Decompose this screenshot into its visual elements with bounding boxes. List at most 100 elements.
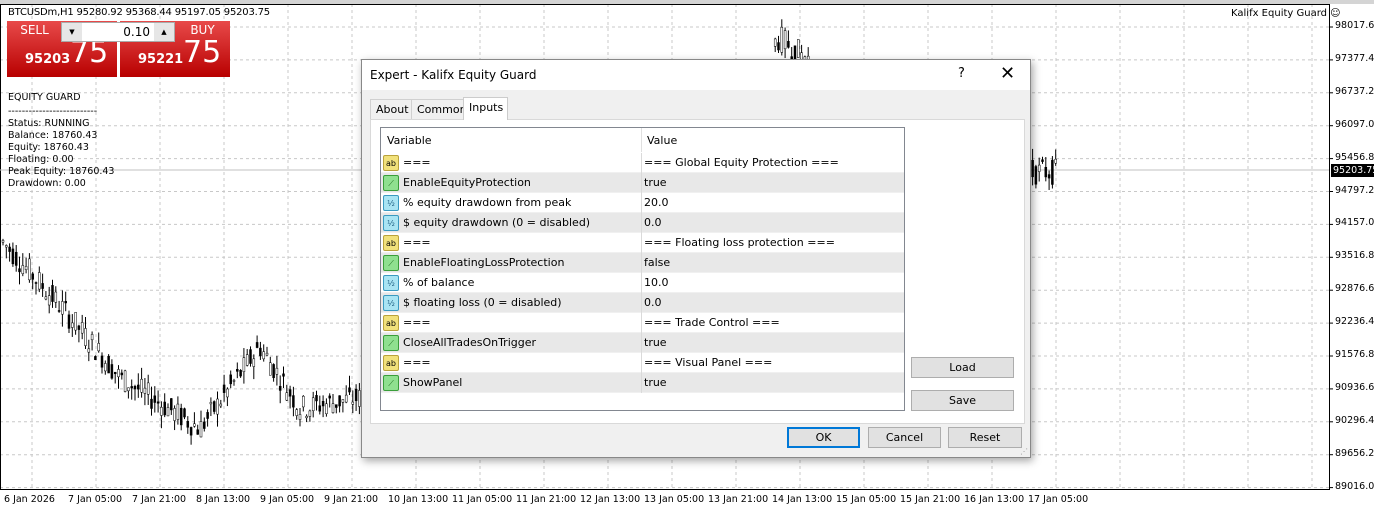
- input-value[interactable]: 10.0: [644, 276, 669, 289]
- candle-body: [298, 414, 302, 420]
- candle-body: [71, 322, 74, 328]
- input-value[interactable]: === Floating loss protection ===: [644, 236, 835, 249]
- time-axis-label: 7 Jan 05:00: [68, 494, 123, 505]
- help-button[interactable]: ?: [958, 66, 965, 81]
- candle-body: [8, 246, 11, 252]
- input-name: % of balance: [403, 276, 475, 289]
- input-row[interactable]: ab === === Visual Panel ===: [381, 353, 904, 373]
- time-axis-label: 16 Jan 13:00: [964, 494, 1025, 505]
- input-row[interactable]: ½ % of balance 10.0: [381, 273, 904, 293]
- input-value[interactable]: 0.0: [644, 296, 662, 309]
- price-axis-label: 92876.60: [1335, 283, 1374, 295]
- inputs-table[interactable]: Variable Value ab === === Global Equity Pr…: [380, 127, 905, 411]
- input-value[interactable]: 20.0: [644, 196, 669, 209]
- time-axis-label: 9 Jan 21:00: [324, 494, 379, 505]
- candle-body: [259, 347, 262, 357]
- candle-body: [196, 429, 199, 435]
- input-value[interactable]: true: [644, 336, 667, 349]
- price-axis-label: 97377.40: [1335, 52, 1374, 64]
- candle-body: [331, 403, 335, 413]
- input-name: % equity drawdown from peak: [403, 196, 572, 209]
- candle-body: [325, 403, 328, 415]
- candle-body: [222, 384, 226, 393]
- candle-body: [163, 401, 166, 416]
- candle-body: [321, 401, 325, 407]
- input-value[interactable]: true: [644, 376, 667, 389]
- candle-body: [156, 401, 160, 404]
- candle-body: [160, 407, 163, 416]
- column-header-value[interactable]: Value: [647, 134, 677, 147]
- candle-body: [285, 392, 289, 401]
- input-value[interactable]: === Trade Control ===: [644, 316, 780, 329]
- decrease-lot-icon[interactable]: ▼: [62, 23, 82, 41]
- input-value[interactable]: true: [644, 176, 667, 189]
- tab-inputs[interactable]: Inputs: [463, 97, 508, 120]
- candle-body: [275, 367, 279, 375]
- column-header-variable[interactable]: Variable: [387, 134, 432, 147]
- candle-body: [777, 42, 780, 51]
- increase-lot-icon[interactable]: ▲: [154, 23, 174, 41]
- candle-body: [110, 364, 114, 379]
- candle-body: [183, 408, 186, 418]
- input-row[interactable]: ⟋ EnableEquityProtection true: [381, 173, 904, 193]
- candle-body: [203, 421, 206, 429]
- string-type-icon: ab: [383, 355, 399, 371]
- input-name: ===: [403, 356, 431, 369]
- input-row[interactable]: ⟋ EnableFloatingLossProtection false: [381, 253, 904, 273]
- input-row[interactable]: ½ % equity drawdown from peak 20.0: [381, 193, 904, 213]
- candle-body: [295, 409, 298, 416]
- panel-title: EQUITY GUARD: [8, 92, 81, 103]
- input-row[interactable]: ½ $ equity drawdown (0 = disabled) 0.0: [381, 213, 904, 233]
- lot-size-stepper[interactable]: ▼ 0.10 ▲: [61, 22, 175, 42]
- candle-body: [117, 369, 120, 378]
- close-icon[interactable]: ✕: [1000, 63, 1015, 84]
- load-button[interactable]: Load: [911, 357, 1014, 378]
- candle-body: [80, 322, 84, 334]
- ok-button[interactable]: OK: [787, 427, 860, 448]
- candle-body: [38, 272, 41, 290]
- tab-about[interactable]: About: [370, 99, 415, 119]
- candle-body: [94, 356, 97, 360]
- buy-price-pips: 75: [183, 35, 222, 70]
- candle-body: [318, 405, 322, 412]
- input-value[interactable]: 0.0: [644, 216, 662, 229]
- string-type-icon: ab: [383, 315, 399, 331]
- time-axis-label: 10 Jan 13:00: [388, 494, 449, 505]
- input-value[interactable]: === Global Equity Protection ===: [644, 156, 839, 169]
- candle-body: [351, 401, 355, 405]
- candle-body: [1047, 174, 1051, 179]
- candle-body: [252, 358, 256, 367]
- candle-body: [328, 395, 331, 399]
- current-price-label: 95203.75: [1331, 164, 1374, 177]
- input-value[interactable]: === Visual Panel ===: [644, 356, 772, 369]
- candle-body: [278, 385, 282, 391]
- candle-body: [24, 266, 28, 270]
- expert-properties-dialog: Expert - Kalifx Equity Guard ? ✕ About C…: [361, 59, 1031, 458]
- time-axis-label: 9 Jan 05:00: [260, 494, 315, 505]
- input-name: ShowPanel: [403, 376, 463, 389]
- candle-body: [146, 382, 150, 395]
- candle-body: [31, 273, 34, 280]
- input-row[interactable]: ab === === Global Equity Protection ===: [381, 153, 904, 173]
- reset-button[interactable]: Reset: [948, 427, 1022, 448]
- candle-body: [282, 373, 285, 377]
- input-name: EnableEquityProtection: [403, 176, 531, 189]
- input-row[interactable]: ½ $ floating loss (0 = disabled) 0.0: [381, 293, 904, 313]
- input-row[interactable]: ab === === Floating loss protection ===: [381, 233, 904, 253]
- smiley-icon: ☺: [1330, 8, 1341, 19]
- input-value[interactable]: false: [644, 256, 670, 269]
- lot-value[interactable]: 0.10: [123, 25, 150, 39]
- candle-body: [173, 408, 176, 421]
- price-axis-label: 98017.60: [1335, 20, 1374, 31]
- resize-grip-icon[interactable]: ⋰: [1020, 447, 1028, 456]
- input-row[interactable]: ab === === Trade Control ===: [381, 313, 904, 333]
- cancel-button[interactable]: Cancel: [868, 427, 941, 448]
- candle-body: [272, 364, 275, 379]
- input-name: ===: [403, 236, 431, 249]
- input-row[interactable]: ⟋ CloseAllTradesOnTrigger true: [381, 333, 904, 353]
- candle-body: [28, 258, 31, 281]
- save-button[interactable]: Save: [911, 390, 1014, 411]
- time-axis-label: 6 Jan 2026: [4, 494, 55, 505]
- candle-body: [242, 357, 246, 372]
- input-row[interactable]: ⟋ ShowPanel true: [381, 373, 904, 393]
